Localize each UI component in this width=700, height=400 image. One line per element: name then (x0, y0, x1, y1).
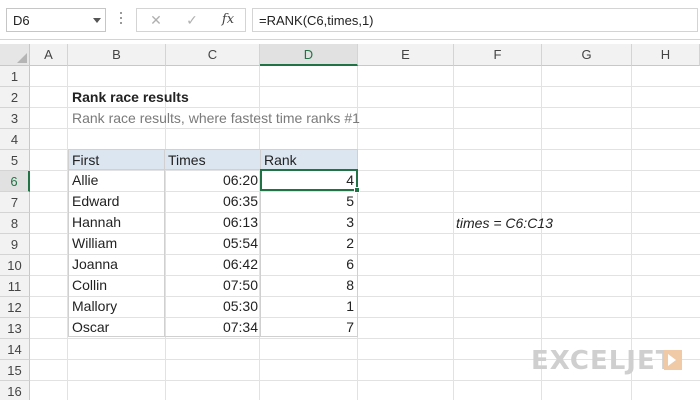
row-header-16[interactable]: 16 (0, 381, 30, 400)
cell-first[interactable]: Joanna (72, 254, 162, 275)
row-header-1[interactable]: 1 (0, 66, 30, 87)
formula-bar: D6 ✕ ✓ fx =RANK(C6,times,1) (0, 0, 700, 40)
cell-rank[interactable]: 2 (262, 233, 354, 254)
named-range-note[interactable]: times = C6:C13 (456, 215, 553, 231)
row-header-13[interactable]: 13 (0, 318, 30, 339)
fill-handle[interactable] (354, 187, 360, 193)
header-first[interactable]: First (72, 152, 99, 168)
row-header-7[interactable]: 7 (0, 192, 30, 213)
cell-first[interactable]: Hannah (72, 212, 162, 233)
close-icon[interactable]: ✕ (145, 11, 167, 29)
row-header-9[interactable]: 9 (0, 234, 30, 255)
formula-input[interactable]: =RANK(C6,times,1) (252, 8, 698, 32)
cell-first[interactable]: Edward (72, 191, 162, 212)
cell-time[interactable]: 06:35 (166, 191, 258, 212)
column-header-h[interactable]: H (632, 44, 700, 66)
cell-time[interactable]: 05:30 (166, 296, 258, 317)
cell-first[interactable]: William (72, 233, 162, 254)
formula-bar-grip-icon (120, 12, 123, 28)
name-box-value[interactable]: D6 (13, 13, 30, 28)
exceljet-logo: EXCELJET (531, 346, 675, 376)
select-all-corner[interactable] (0, 44, 30, 66)
table-header-row (68, 149, 358, 170)
column-header-g[interactable]: G (542, 44, 632, 66)
row-header-6[interactable]: 6 (0, 171, 30, 192)
row-header-4[interactable]: 4 (0, 129, 30, 150)
cell-first[interactable]: Oscar (72, 317, 162, 338)
cell-rank[interactable]: 5 (262, 191, 354, 212)
row-header-11[interactable]: 11 (0, 276, 30, 297)
column-header-a[interactable]: A (30, 44, 68, 66)
row-header-12[interactable]: 12 (0, 297, 30, 318)
exceljet-logo-mark-icon (664, 350, 682, 370)
check-icon[interactable]: ✓ (181, 11, 203, 29)
sheet-title[interactable]: Rank race results (72, 89, 189, 105)
cell-rank[interactable]: 8 (262, 275, 354, 296)
column-header-b[interactable]: B (68, 44, 166, 66)
cell-time[interactable]: 07:34 (166, 317, 258, 338)
cell-first[interactable]: Mallory (72, 296, 162, 317)
row-header-8[interactable]: 8 (0, 213, 30, 234)
header-rank[interactable]: Rank (264, 152, 297, 168)
cell-rank[interactable]: 7 (262, 317, 354, 338)
cell-time[interactable]: 06:13 (166, 212, 258, 233)
cell-time[interactable]: 06:20 (166, 170, 258, 191)
column-header-e[interactable]: E (358, 44, 454, 66)
chevron-down-icon[interactable] (93, 18, 101, 23)
column-header-d[interactable]: D (260, 44, 358, 66)
row-header-3[interactable]: 3 (0, 108, 30, 129)
sheet-subtitle[interactable]: Rank race results, where fastest time ra… (72, 110, 360, 126)
row-header-15[interactable]: 15 (0, 360, 30, 381)
name-box[interactable]: D6 (6, 8, 106, 32)
row-header-5[interactable]: 5 (0, 150, 30, 171)
cell-time[interactable]: 07:50 (166, 275, 258, 296)
cell-time[interactable]: 05:54 (166, 233, 258, 254)
row-header-14[interactable]: 14 (0, 339, 30, 360)
formula-buttons: ✕ ✓ fx (136, 8, 246, 32)
cell-rank[interactable]: 6 (262, 254, 354, 275)
insert-function-icon[interactable]: fx (217, 11, 239, 29)
cell-time[interactable]: 06:42 (166, 254, 258, 275)
column-header-f[interactable]: F (454, 44, 542, 66)
cell-rank[interactable]: 3 (262, 212, 354, 233)
select-all-icon[interactable] (17, 53, 27, 63)
cell-first[interactable]: Allie (72, 170, 162, 191)
active-cell-highlight[interactable] (260, 169, 358, 191)
formula-text[interactable]: =RANK(C6,times,1) (259, 13, 374, 28)
row-header-2[interactable]: 2 (0, 87, 30, 108)
header-times[interactable]: Times (168, 152, 206, 168)
cell-first[interactable]: Collin (72, 275, 162, 296)
column-header-c[interactable]: C (166, 44, 260, 66)
cell-rank[interactable]: 1 (262, 296, 354, 317)
row-header-10[interactable]: 10 (0, 255, 30, 276)
